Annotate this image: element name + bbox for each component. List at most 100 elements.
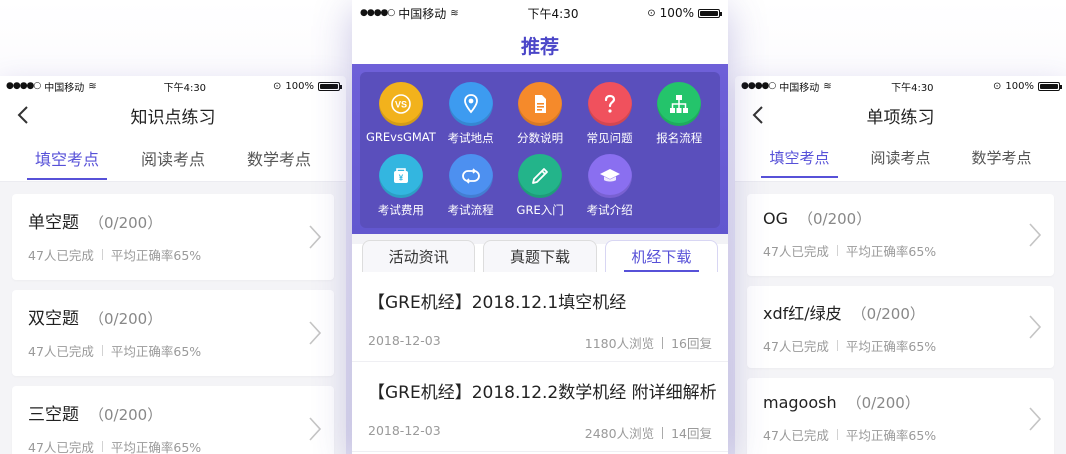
cycle-icon	[448, 154, 493, 198]
card-count: （0/200）	[89, 310, 163, 328]
content-tabs: 活动资讯 真题下载 机经下载	[352, 234, 728, 272]
category-tabs: 填空考点 阅读考点 数学考点	[735, 134, 1066, 182]
accuracy-rate: 平均正确率65%	[110, 248, 202, 263]
battery-percent: 100%	[1005, 80, 1034, 92]
chevron-right-icon	[309, 417, 322, 441]
tab-fill-in[interactable]: 填空考点	[761, 137, 838, 178]
divider	[101, 345, 103, 356]
back-arrow-icon[interactable]	[749, 105, 769, 125]
feature-exam-intro[interactable]: 考试介绍	[575, 154, 645, 226]
battery-icon	[697, 8, 722, 18]
vs-icon: VS	[378, 82, 423, 126]
article-date: 2018-12-03	[368, 423, 441, 438]
status-bar: ●●●●○ 中国移动 ≋ 下午4:30 ⊙ 100%	[735, 76, 1066, 96]
feature-label: GRE入门	[516, 203, 564, 217]
question-icon	[587, 82, 632, 126]
battery-percent: 100%	[285, 80, 314, 92]
tab-recall-downloads[interactable]: 机经下载	[604, 240, 718, 272]
right-phone-screen: ●●●●○ 中国移动 ≋ 下午4:30 ⊙ 100% 单项练习 填空考点 阅读考…	[735, 76, 1066, 454]
nav-bar: 知识点练习	[0, 96, 346, 134]
signal-icon: ●●●●○	[360, 8, 395, 18]
feature-exam-fee[interactable]: ¥ 考试费用	[366, 154, 436, 226]
signal-icon: ●●●●○	[6, 81, 41, 91]
tab-fill-in[interactable]: 填空考点	[26, 136, 108, 180]
carrier-label: 中国移动	[398, 6, 447, 21]
tab-math[interactable]: 数学考点	[967, 137, 1035, 178]
article-title: 【GRE机经】2018.12.1填空机经	[368, 293, 627, 313]
completed-count: 47人已完成	[28, 440, 94, 454]
location-pin-icon	[448, 82, 493, 126]
practice-card[interactable]: OG （0/200） 47人已完成 平均正确率65%	[747, 194, 1054, 276]
card-title: 三空题	[28, 405, 79, 425]
practice-card[interactable]: 单空题 （0/200） 47人已完成 平均正确率65%	[12, 194, 334, 280]
status-bar: ●●●●○ 中国移动 ≋ 下午4:30 ⊙ 100%	[352, 0, 728, 26]
pencil-icon	[518, 154, 563, 198]
nav-bar: 单项练习	[735, 96, 1066, 134]
accuracy-rate: 平均正确率65%	[110, 440, 202, 454]
view-count: 1180人浏览	[584, 336, 655, 351]
feature-label: 考试介绍	[586, 203, 633, 217]
back-arrow-icon[interactable]	[14, 105, 34, 125]
tab-reading[interactable]: 阅读考点	[866, 137, 934, 178]
chevron-right-icon	[1029, 223, 1042, 247]
card-count: （0/200）	[846, 394, 920, 412]
feature-exam-process[interactable]: 考试流程	[436, 154, 506, 226]
orientation-lock-icon: ⊙	[993, 80, 1002, 92]
tab-past-papers[interactable]: 真题下载	[483, 240, 597, 272]
article-item[interactable]: 【GRE机经】2018.12.2数学机经 附详细解析 2018-12-03 24…	[352, 362, 728, 452]
practice-card[interactable]: 三空题 （0/200） 47人已完成 平均正确率65%	[12, 386, 334, 454]
feature-banner: VS GREvsGMAT 考试地点 分数说明 常见问题 报名流程 ¥ 考试费用 …	[352, 64, 728, 234]
chevron-right-icon	[309, 225, 322, 249]
wifi-icon: ≋	[450, 7, 459, 19]
article-title: 【GRE机经】2018.12.2数学机经 附详细解析	[368, 383, 717, 403]
feature-label: 考试流程	[447, 203, 494, 217]
card-title: 双空题	[28, 309, 79, 329]
accuracy-rate: 平均正确率65%	[845, 339, 937, 354]
svg-text:¥: ¥	[399, 174, 404, 183]
reply-count: 16回复	[671, 336, 712, 351]
feature-score-info[interactable]: 分数说明	[505, 82, 575, 154]
accuracy-rate: 平均正确率65%	[845, 428, 937, 443]
divider	[101, 249, 103, 260]
feature-label: 报名流程	[656, 131, 703, 145]
svg-text:VS: VS	[395, 100, 407, 110]
divider	[662, 426, 664, 439]
page-title: 单项练习	[866, 107, 935, 128]
wifi-icon: ≋	[823, 80, 832, 92]
signal-icon: ●●●●○	[741, 81, 776, 91]
battery-icon	[317, 81, 342, 91]
graduation-cap-icon	[587, 154, 632, 198]
feature-registration[interactable]: 报名流程	[644, 82, 714, 154]
practice-card[interactable]: xdf红/绿皮 （0/200） 47人已完成 平均正确率65%	[747, 286, 1054, 368]
tab-math[interactable]: 数学考点	[243, 136, 315, 180]
status-time: 下午4:30	[527, 6, 579, 21]
divider	[836, 245, 838, 256]
feature-label: 分数说明	[517, 131, 564, 145]
wifi-icon: ≋	[88, 80, 97, 92]
feature-gre-intro[interactable]: GRE入门	[505, 154, 575, 226]
feature-exam-location[interactable]: 考试地点	[436, 82, 506, 154]
completed-count: 47人已完成	[763, 428, 829, 443]
divider	[101, 441, 103, 452]
chevron-right-icon	[309, 321, 322, 345]
feature-gre-vs-gmat[interactable]: VS GREvsGMAT	[366, 82, 436, 154]
wallet-icon: ¥	[378, 154, 423, 198]
practice-card[interactable]: magoosh （0/200） 47人已完成 平均正确率65%	[747, 378, 1054, 454]
tab-reading[interactable]: 阅读考点	[137, 136, 209, 180]
reply-count: 14回复	[671, 426, 712, 441]
carrier-label: 中国移动	[44, 82, 85, 94]
carrier-label: 中国移动	[779, 82, 820, 94]
document-icon	[518, 82, 563, 126]
feature-grid: VS GREvsGMAT 考试地点 分数说明 常见问题 报名流程 ¥ 考试费用 …	[360, 72, 720, 228]
completed-count: 47人已完成	[763, 339, 829, 354]
tab-activity-news[interactable]: 活动资讯	[362, 240, 476, 272]
practice-card[interactable]: 双空题 （0/200） 47人已完成 平均正确率65%	[12, 290, 334, 376]
status-time: 下午4:30	[891, 82, 934, 94]
completed-count: 47人已完成	[28, 248, 94, 263]
status-bar: ●●●●○ 中国移动 ≋ 下午4:30 ⊙ 100%	[0, 76, 346, 96]
article-item[interactable]: 【GRE机经】2018.12.1填空机经 2018-12-03 1180人浏览 1…	[352, 272, 728, 362]
card-count: （0/200）	[89, 406, 163, 424]
feature-faq[interactable]: 常见问题	[575, 82, 645, 154]
feature-label: 考试地点	[447, 131, 494, 145]
battery-icon	[1037, 81, 1062, 91]
